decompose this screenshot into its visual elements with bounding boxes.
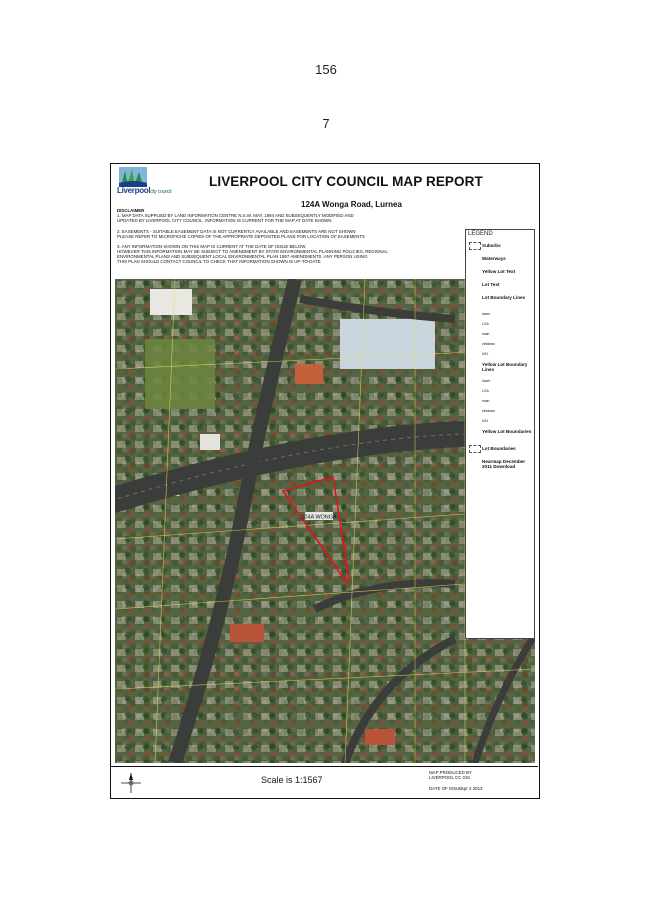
issue-date-label: DATE OF ISSUE: [429, 786, 464, 791]
disclaimer-item-1: 1. MAP DATA SUPPLIED BY LAND INFORMATION… [117, 213, 354, 223]
legend-item: vtrtdown [482, 342, 495, 346]
legend-item: Yellow Lot Text [482, 269, 516, 274]
council-logo: Liverpoolcity council [117, 167, 179, 197]
page-number: 156 [315, 62, 337, 77]
property-address: 124A Wonga Road, Lurnea [301, 200, 402, 209]
legend-item: Nearmap December 2011 Download [482, 459, 526, 469]
legend-item: main [482, 332, 490, 336]
building [365, 729, 395, 745]
legend-item: Suburbs [482, 243, 501, 248]
legend-item: Waterways [482, 256, 506, 261]
council-logo-icon [119, 167, 147, 187]
legend-item: LGA [482, 322, 489, 326]
report-title: LIVERPOOL CITY COUNCIL MAP REPORT [209, 174, 483, 189]
disclaimer-item-3: 3. ANY INFORMATION SHOWN ON THIS MAP IS … [117, 244, 388, 264]
legend-item: Lot Boundaries [482, 446, 516, 451]
legend-item: Yellow Lot Boundaries [482, 429, 532, 434]
legend-item: vtrtdown [482, 409, 495, 413]
legend-item: Lot Text [482, 282, 500, 287]
building [150, 289, 192, 315]
map-scale: Scale is 1:1567 [261, 775, 323, 785]
map-legend: LEGEND Suburbs Waterways Yellow Lot Text Lo… [465, 229, 535, 639]
building [230, 624, 264, 642]
produced-by: MAP PRODUCED BY LIVERPOOL CC GIS [429, 770, 472, 780]
legend-swatch [469, 242, 481, 250]
legend-item: Yellow Lot Boundary Lines [482, 362, 528, 372]
page-sub-number: 7 [322, 116, 330, 131]
legend-item: main [482, 399, 490, 403]
legend-item: UKL [482, 352, 489, 356]
report-footer: Scale is 1:1567 MAP PRODUCED BY LIVERPOO… [111, 766, 538, 799]
legend-item: lower [482, 379, 491, 383]
issue-date-value: Apr 2 2013 [461, 786, 483, 791]
legend-swatch [469, 445, 481, 453]
building [200, 434, 220, 450]
lot-label: 124A WONGA [301, 515, 337, 521]
legend-item: lower [482, 312, 491, 316]
building [295, 364, 323, 384]
legend-title: LEGEND [468, 231, 493, 237]
north-arrow-icon [121, 773, 141, 793]
legend-item: LGA [482, 389, 489, 393]
building [340, 319, 435, 369]
council-logo-wordmark: Liverpoolcity council [117, 186, 172, 195]
map-report: Liverpoolcity council LIVERPOOL CITY COU… [110, 163, 540, 799]
legend-item: Lot Boundary Lines [482, 295, 526, 300]
disclaimer-item-2: 2. EASEMENTS - SUITABLE EASEMENT DATA IS… [117, 229, 365, 239]
legend-item: UKL [482, 419, 489, 423]
